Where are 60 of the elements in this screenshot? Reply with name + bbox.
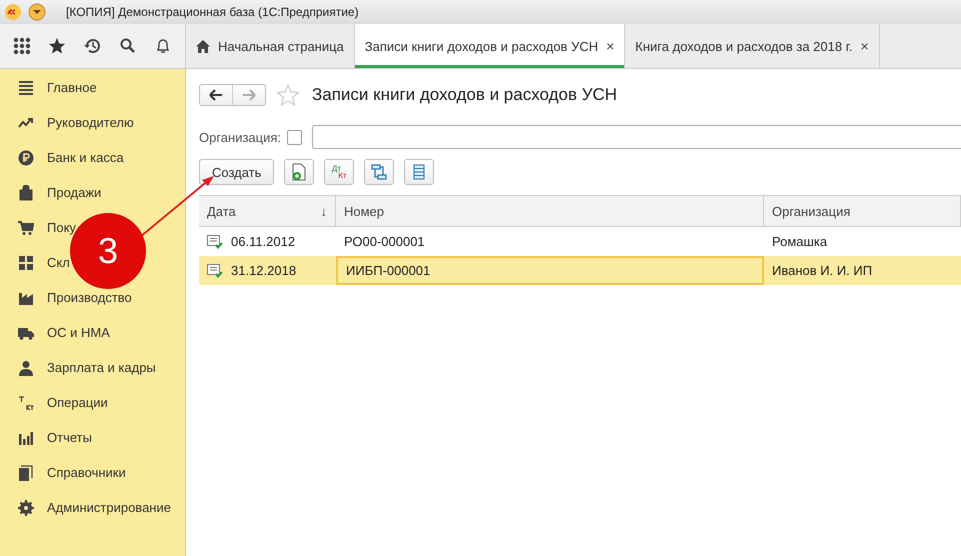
list-icon bbox=[413, 164, 426, 180]
sidebar-item[interactable]: Скл bbox=[47, 255, 70, 270]
structure-button[interactable] bbox=[364, 159, 394, 185]
sidebar-item[interactable]: Продажи bbox=[47, 185, 102, 200]
star-icon[interactable] bbox=[48, 37, 66, 55]
logo-icon bbox=[4, 3, 22, 21]
sidebar-item[interactable]: Зарплата и кадры bbox=[47, 360, 156, 375]
bar-chart-icon bbox=[18, 430, 34, 446]
menu-icon bbox=[18, 80, 34, 96]
ruble-icon bbox=[18, 150, 34, 166]
apps-grid-icon[interactable] bbox=[12, 37, 31, 55]
filter-label: Организация: bbox=[199, 130, 282, 144]
tab[interactable]: Книга доходов и расходов за 2018 г. × bbox=[625, 24, 880, 68]
sidebar-item[interactable]: ОС и НМА bbox=[47, 325, 110, 340]
table-cell: РО00-000001 bbox=[344, 234, 425, 249]
grid-icon bbox=[18, 254, 34, 270]
close-button[interactable]: × bbox=[606, 38, 614, 54]
sidebar-item[interactable]: Администрирование bbox=[47, 500, 171, 515]
posted-document-icon bbox=[207, 234, 223, 248]
add-document-icon bbox=[291, 163, 308, 181]
posted-document-icon bbox=[207, 264, 223, 278]
table-cell: Ромашка bbox=[772, 234, 828, 249]
tab[interactable]: Записи книги доходов и расходов УСН × bbox=[354, 24, 626, 68]
dropdown-icon[interactable] bbox=[28, 3, 46, 21]
search-icon[interactable] bbox=[118, 37, 137, 55]
table-row[interactable]: 31.12.2018 ИИБП-000001 Иванов И. И. ИП bbox=[199, 256, 961, 285]
books-icon bbox=[18, 464, 34, 480]
history-icon[interactable] bbox=[83, 37, 102, 55]
table-cell: ИИБП-000001 bbox=[346, 263, 430, 278]
checkbox[interactable] bbox=[287, 130, 302, 144]
add-document-button[interactable] bbox=[284, 159, 314, 185]
column-header[interactable]: Дата ↓ bbox=[199, 196, 336, 226]
window-title: [КОПИЯ] Демонстрационная база (1С:Предприятие) bbox=[66, 5, 359, 19]
table-cell: 06.11.2012 bbox=[231, 234, 296, 249]
settings-icon bbox=[18, 500, 34, 516]
column-header[interactable]: Номер bbox=[336, 196, 764, 226]
sidebar-item[interactable]: Отчеты bbox=[47, 430, 92, 445]
hierarchy-icon bbox=[371, 164, 388, 180]
table-cell: 31.12.2018 bbox=[231, 263, 296, 278]
list-button[interactable] bbox=[404, 159, 434, 185]
column-header[interactable]: Организация bbox=[764, 196, 961, 226]
cart-icon bbox=[18, 220, 34, 236]
sidebar-item[interactable]: Руководителю bbox=[47, 115, 134, 130]
organization-field[interactable] bbox=[312, 125, 961, 149]
person-icon bbox=[18, 360, 34, 376]
create-button[interactable]: Создать bbox=[199, 159, 274, 185]
debit-credit-button[interactable]: Дт Кт bbox=[324, 159, 354, 185]
close-button[interactable]: × bbox=[860, 38, 869, 54]
sidebar-item[interactable]: Операции bbox=[47, 395, 108, 410]
sidebar-item[interactable]: Справочники bbox=[47, 465, 126, 480]
home-icon bbox=[196, 40, 210, 52]
bag-icon bbox=[18, 184, 34, 200]
debit-credit-icon bbox=[18, 394, 34, 410]
sidebar-item[interactable]: Производство bbox=[47, 290, 132, 305]
sidebar-item[interactable]: Главное bbox=[47, 80, 97, 95]
sidebar-item[interactable]: Банк и касса bbox=[47, 150, 124, 165]
table-cell: Иванов И. И. ИП bbox=[772, 263, 872, 278]
form-title: Записи книги доходов и расходов УСН bbox=[312, 85, 618, 105]
star-outline-icon[interactable] bbox=[276, 84, 300, 106]
table-row[interactable]: 06.11.2012 РО00-000001 Ромашка bbox=[199, 227, 961, 256]
